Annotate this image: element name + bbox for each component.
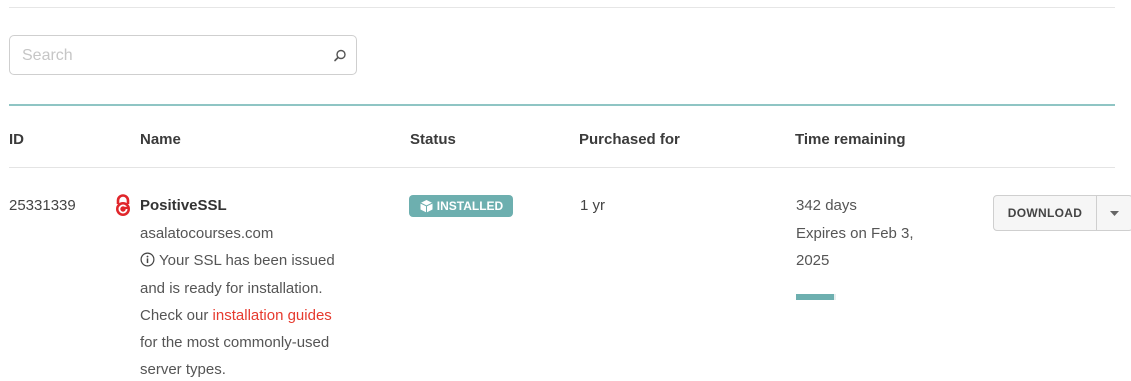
time-remaining-progress xyxy=(796,294,836,300)
domain-name: asalatocourses.com xyxy=(140,225,274,242)
info-line-1: Your SSL has been issued xyxy=(140,252,335,269)
search-icon[interactable] xyxy=(332,48,348,64)
status-label: INSTALLED xyxy=(436,199,504,213)
purchased-for-value: 1 yr xyxy=(580,197,606,214)
info-text-check: Check our xyxy=(140,307,213,324)
column-header-time-remaining: Time remaining xyxy=(795,131,906,148)
download-button-group[interactable]: DOWNLOAD xyxy=(993,195,1131,231)
row-id: 25331339 xyxy=(9,197,76,214)
expiry-date-line-2: 2025 xyxy=(796,252,830,269)
table-top-border xyxy=(9,104,1115,106)
time-remaining-progress-fill xyxy=(796,294,834,300)
status-badge: INSTALLED xyxy=(409,195,513,217)
positivessl-logo-icon xyxy=(116,194,130,216)
download-dropdown-button[interactable] xyxy=(1097,195,1131,231)
download-button[interactable]: DOWNLOAD xyxy=(993,195,1097,231)
column-header-name: Name xyxy=(140,131,181,148)
column-header-status: Status xyxy=(410,131,456,148)
caret-down-icon xyxy=(1110,210,1119,216)
column-header-id: ID xyxy=(9,131,24,148)
expiry-date-line-1: Expires on Feb 3, xyxy=(796,225,914,242)
column-header-purchased-for: Purchased for xyxy=(579,131,680,148)
days-remaining: 342 days xyxy=(796,197,857,214)
info-line-5: server types. xyxy=(140,361,226,378)
installation-guides-link[interactable]: installation guides xyxy=(213,307,332,324)
search-box[interactable] xyxy=(9,35,357,76)
header-divider xyxy=(9,167,1115,168)
info-icon xyxy=(140,252,155,267)
top-divider xyxy=(9,7,1115,8)
search-input[interactable] xyxy=(20,36,324,76)
info-line-4: for the most commonly-used xyxy=(140,334,330,351)
box-icon xyxy=(420,200,433,213)
info-line-3: Check our installation guides xyxy=(140,307,332,324)
info-text-issued: Your SSL has been issued xyxy=(159,252,335,269)
product-name: PositiveSSL xyxy=(140,197,227,214)
info-line-2: and is ready for installation. xyxy=(140,280,323,297)
